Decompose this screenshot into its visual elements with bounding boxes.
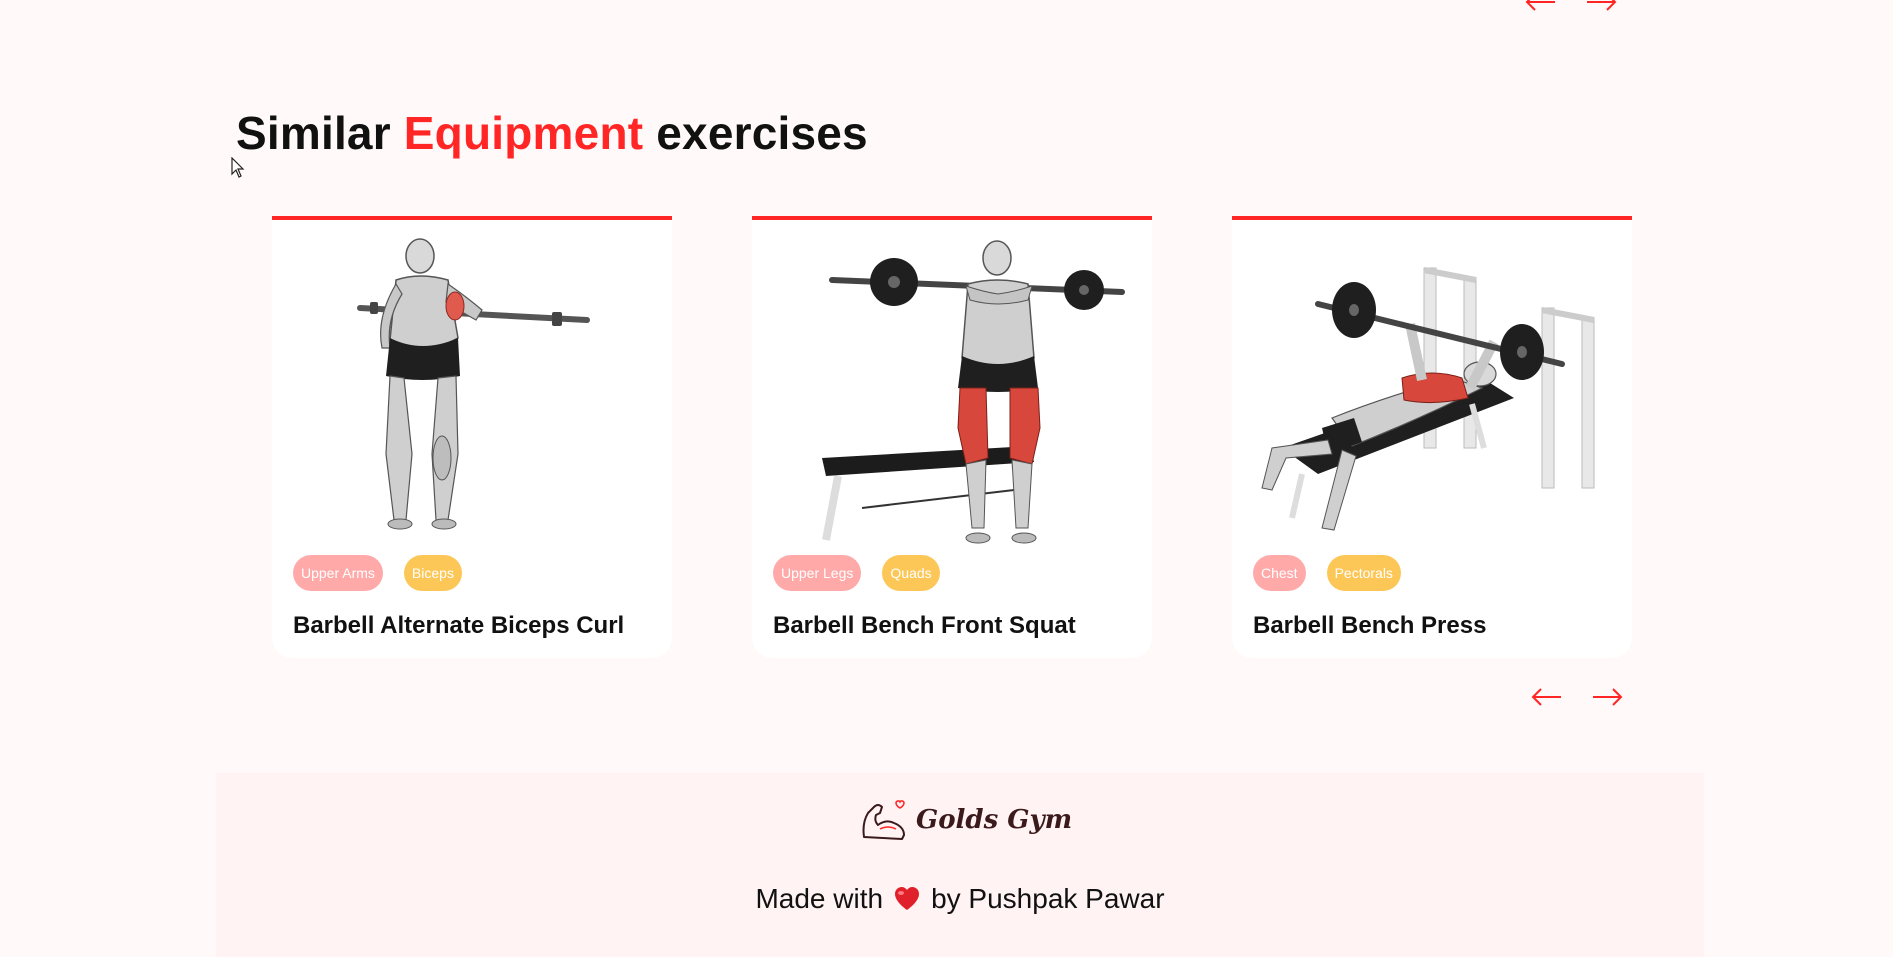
mouse-cursor-icon — [231, 157, 245, 178]
exercise-name: Barbell Bench Press — [1253, 612, 1487, 639]
title-part-1: Similar — [236, 107, 391, 159]
bench-press-illustration — [1261, 267, 1595, 531]
biceps-curl-illustration — [357, 238, 590, 530]
made-with-label: Made with — [755, 883, 884, 914]
title-part-2: exercises — [656, 107, 868, 159]
target-muscle-tag[interactable]: Pectorals — [1326, 555, 1401, 591]
top-carousel-nav — [1525, 0, 1617, 14]
arrow-left-icon — [1531, 688, 1561, 706]
arrow-left-icon — [1525, 0, 1555, 11]
exercise-name: Barbell Bench Front Squat — [773, 612, 1076, 639]
carousel-next-button[interactable] — [1591, 685, 1623, 709]
exercise-card[interactable]: Upper Arms Biceps Barbell Alternate Bice… — [272, 216, 672, 658]
author-credit: by Pushpak Pawar — [931, 883, 1165, 914]
exercise-card[interactable]: Chest Pectorals Barbell Bench Press — [1232, 216, 1632, 658]
exercise-name: Barbell Alternate Biceps Curl — [293, 612, 625, 639]
footer-logo[interactable]: Golds Gym — [860, 799, 1072, 841]
exercise-tags: Chest Pectorals — [1253, 555, 1401, 591]
top-prev-button[interactable] — [1525, 0, 1557, 14]
body-part-tag[interactable]: Upper Legs — [773, 555, 862, 591]
top-next-button[interactable] — [1585, 0, 1617, 14]
carousel-prev-button[interactable] — [1531, 685, 1563, 709]
title-accent: Equipment — [403, 107, 644, 159]
carousel-nav — [1531, 685, 1623, 709]
target-muscle-tag[interactable]: Biceps — [403, 555, 462, 591]
body-part-tag[interactable]: Upper Arms — [293, 555, 383, 591]
brand-name: Golds Gym — [916, 805, 1073, 835]
arrow-right-icon — [1593, 688, 1623, 706]
arrow-right-icon — [1587, 0, 1617, 11]
body-part-tag[interactable]: Chest — [1253, 555, 1306, 591]
target-muscle-tag[interactable]: Quads — [882, 555, 940, 591]
exercise-tags: Upper Arms Biceps — [293, 555, 462, 591]
front-squat-illustration — [822, 240, 1125, 544]
footer: Golds Gym Made with by Pushpak Pawar — [216, 773, 1704, 957]
heart-icon — [895, 887, 920, 910]
flexed-arm-heart-icon — [862, 800, 905, 840]
exercise-card[interactable]: Upper Legs Quads Barbell Bench Front Squ… — [752, 216, 1152, 658]
section-title: Similar Equipment exercises — [236, 106, 868, 160]
exercise-carousel: Upper Arms Biceps Barbell Alternate Bice… — [272, 216, 1632, 662]
made-with-text: Made with by Pushpak Pawar — [216, 883, 1704, 915]
exercise-tags: Upper Legs Quads — [773, 555, 940, 591]
